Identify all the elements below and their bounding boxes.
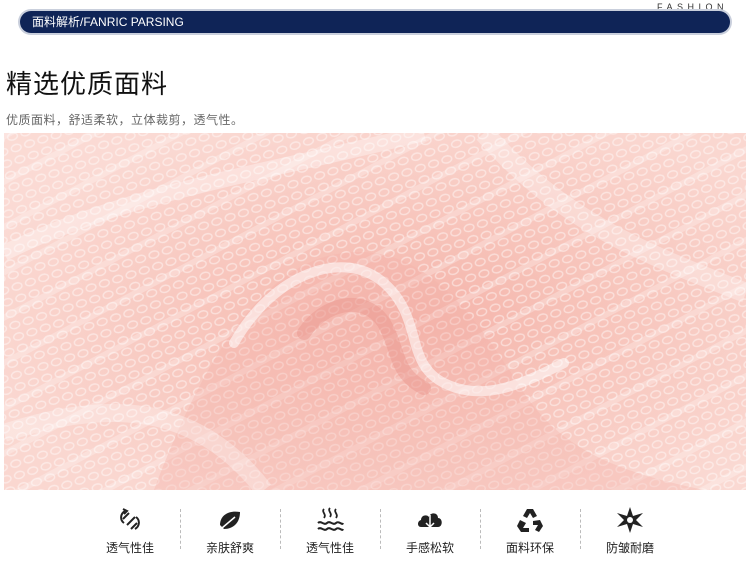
feature-item: 透气性佳 [80,503,180,561]
feature-label: 亲肤舒爽 [205,541,254,555]
steam-icon [317,507,344,531]
feature-item: 亲肤舒爽 [180,503,280,561]
feature-item: 手感松软 [380,503,480,561]
feature-row: 透气性佳 亲肤舒爽 透气性佳 手感松软 面料环保 防皱耐磨 [80,503,680,561]
banner-text: 面料解析/FANRIC PARSING [32,14,184,30]
feature-label: 手感松软 [405,541,454,555]
section-banner: 面料解析/FANRIC PARSING [20,11,730,33]
feature-label: 防皱耐磨 [605,541,654,555]
fabric-texture-illustration [4,133,746,490]
feature-item: 面料环保 [480,503,580,561]
feature-label: 透气性佳 [305,541,354,555]
fabric-photo [4,133,746,490]
feature-label: 面料环保 [505,541,554,555]
feature-item: 透气性佳 [280,503,380,561]
section-title: 精选优质面料 [6,70,169,100]
feature-item: 防皱耐磨 [580,503,680,561]
banner-subtitle: /FANRIC PARSING [80,15,184,29]
recycle-icon [517,509,543,532]
cloud-icon [418,513,442,529]
leaf-icon [220,511,240,529]
section-subtitle: 优质面料，舒适柔软，立体裁剪，透气性。 [6,113,244,127]
star-icon [617,507,643,533]
feature-label: 透气性佳 [105,541,154,555]
airflow-icon [120,508,140,530]
banner-title: 面料解析 [32,15,81,29]
